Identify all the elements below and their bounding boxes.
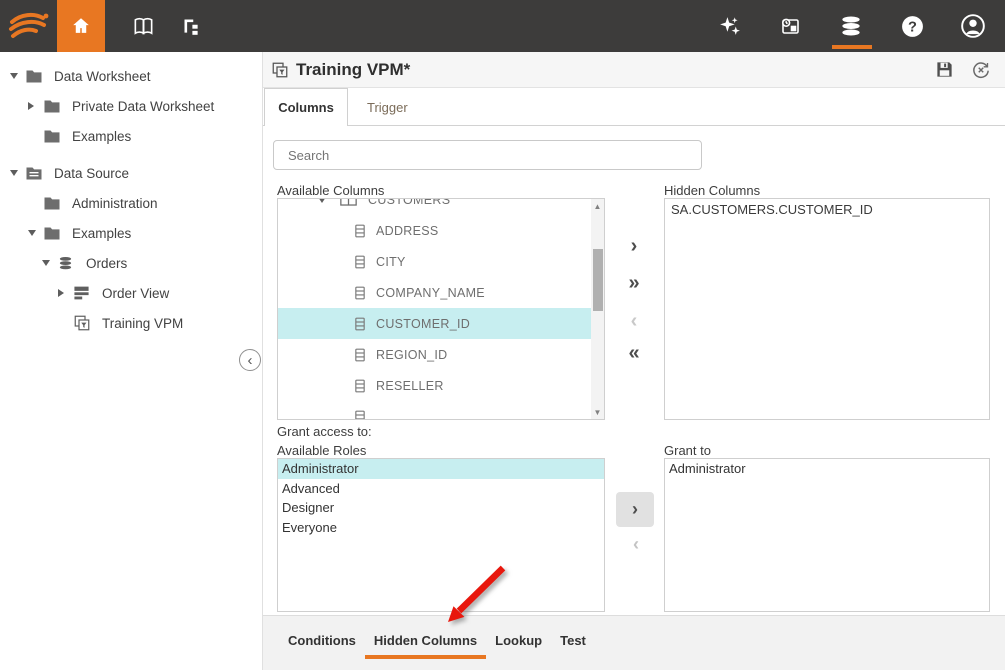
search-input[interactable] [273,140,702,170]
chevron-left-icon: ‹ [248,353,253,368]
tab-columns[interactable]: Columns [264,88,348,126]
role-row-administrator[interactable]: Administrator [278,459,604,479]
available-columns-list: CUSTOMERS ADDRESS CITY [277,198,605,420]
table-icon [340,198,357,206]
revoke-role-button[interactable]: ‹ [621,534,651,555]
column-row-customer-id[interactable]: CUSTOMER_ID [278,308,604,339]
granted-role-administrator[interactable]: Administrator [665,459,989,479]
help-icon[interactable]: ? [892,0,932,52]
home-button[interactable] [57,0,105,52]
navigation-sidebar: Data Worksheet Private Data Worksheet Ex… [0,52,263,670]
scroll-up-icon[interactable]: ▲ [591,199,604,213]
hidden-columns-list: SA.CUSTOMERS.CUSTOMER_ID [664,198,990,420]
sidebar-item-data-source[interactable]: Data Source [0,158,262,188]
tab-hidden-columns[interactable]: Hidden Columns [374,631,477,650]
column-row-region-id[interactable]: REGION_ID [278,339,604,370]
expander-down-icon[interactable] [10,73,25,79]
grant-access-label: Grant access to: [277,424,372,439]
sidebar-item-examples[interactable]: Examples [0,121,262,151]
move-right-button[interactable]: › [619,236,649,256]
column-row-reseller[interactable]: RESELLER [278,370,604,401]
column-icon [355,348,365,362]
repository-book-icon[interactable] [131,14,155,38]
expander-down-icon[interactable] [42,260,57,266]
available-roles-label: Available Roles [277,443,366,458]
folder-icon [25,67,45,85]
move-all-right-button[interactable]: » [619,273,649,293]
hierarchy-tree-icon[interactable] [179,14,203,38]
expander-right-icon[interactable] [28,102,43,110]
revert-cycle-icon[interactable] [971,60,991,80]
tab-test[interactable]: Test [560,631,586,650]
order-view-icon [73,284,93,302]
tab-trigger[interactable]: Trigger [367,88,408,126]
column-row-clipped[interactable] [278,401,604,420]
tab-bar: Columns Trigger [263,88,1005,126]
vpm-filter-icon [271,61,289,79]
sidebar-item-orders[interactable]: Orders [0,248,262,278]
data-source-folder-icon [25,164,45,182]
folder-icon [43,97,63,115]
grant-role-button[interactable]: › [616,492,654,527]
hidden-column-item[interactable]: SA.CUSTOMERS.CUSTOMER_ID [665,199,989,220]
app-logo-icon[interactable] [0,0,57,52]
sidebar-item-training-vpm[interactable]: Training VPM [0,308,262,338]
save-icon[interactable] [935,60,954,80]
sidebar-item-administration[interactable]: Administration [0,188,262,218]
available-columns-label: Available Columns [277,183,384,198]
sidebar-item-data-worksheet[interactable]: Data Worksheet [0,61,262,91]
role-row-everyone[interactable]: Everyone [278,518,604,538]
vertical-scrollbar[interactable]: ▲ ▼ [591,199,604,419]
tab-conditions[interactable]: Conditions [288,631,356,650]
column-icon [355,224,365,238]
sidebar-item-order-view[interactable]: Order View [0,278,262,308]
ai-sparkles-icon[interactable] [709,0,749,52]
grant-to-label: Grant to [664,443,711,458]
available-roles-list: Administrator Advanced Designer Everyone [277,458,605,612]
column-icon [355,317,365,331]
data-space-database-icon[interactable] [831,0,871,52]
svg-text:?: ? [908,19,917,35]
sidebar-collapse-button[interactable]: ‹ [239,349,261,371]
page-title: Training VPM* [296,60,410,80]
column-icon [355,410,365,421]
expander-down-icon[interactable] [10,170,25,176]
expander-down-icon[interactable] [28,230,43,236]
tree-node-customers[interactable]: CUSTOMERS [278,198,604,215]
page-header: Training VPM* [263,52,1005,88]
grant-to-list: Administrator [664,458,990,612]
column-icon [355,379,365,393]
column-icon [355,286,365,300]
folder-icon [43,194,63,212]
scroll-down-icon[interactable]: ▼ [591,405,604,419]
vpm-filter-icon [73,314,93,332]
tab-lookup[interactable]: Lookup [495,631,542,650]
database-icon [57,254,77,272]
column-row-address[interactable]: ADDRESS [278,215,604,246]
move-left-button[interactable]: ‹ [619,311,649,331]
expander-down-icon[interactable] [318,198,340,203]
role-row-designer[interactable]: Designer [278,498,604,518]
hidden-columns-label: Hidden Columns [664,183,760,198]
column-row-city[interactable]: CITY [278,246,604,277]
expander-right-icon[interactable] [58,289,73,297]
sidebar-item-private-data-worksheet[interactable]: Private Data Worksheet [0,91,262,121]
scrollbar-thumb[interactable] [593,249,603,311]
folder-icon [43,224,63,242]
schedule-icon[interactable] [770,0,810,52]
folder-icon [43,127,63,145]
bottom-tab-bar: Conditions Hidden Columns Lookup Test [263,615,1005,670]
column-row-company-name[interactable]: COMPANY_NAME [278,277,604,308]
profile-icon[interactable] [953,0,993,52]
sidebar-item-examples-2[interactable]: Examples [0,218,262,248]
move-all-left-button[interactable]: « [619,343,649,363]
active-section-indicator [832,45,872,49]
column-icon [355,255,365,269]
top-bar: ? [0,0,1005,52]
role-row-advanced[interactable]: Advanced [278,479,604,499]
